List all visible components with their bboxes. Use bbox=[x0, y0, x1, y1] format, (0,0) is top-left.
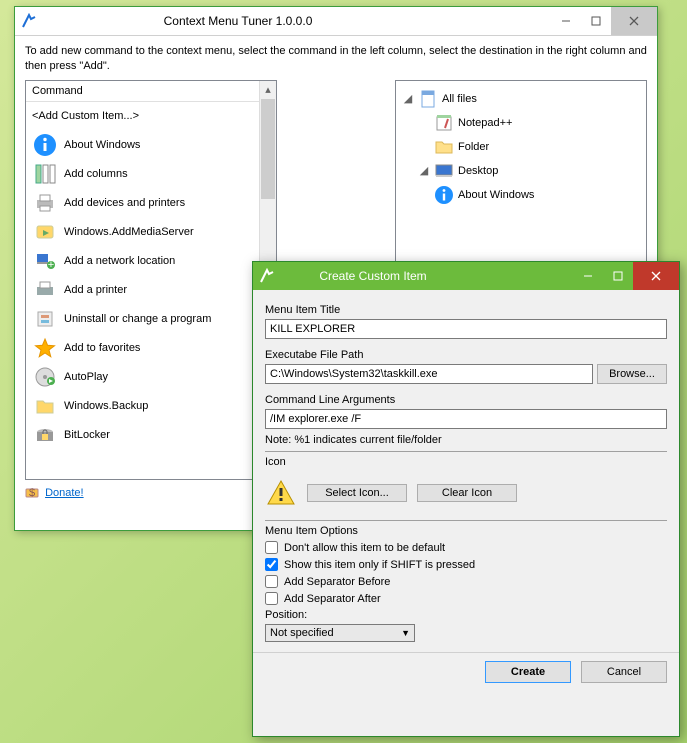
list-item[interactable]: Windows.Backup bbox=[26, 392, 276, 421]
checkbox-sep-after[interactable]: Add Separator After bbox=[265, 592, 667, 605]
select-icon-button[interactable]: Select Icon... bbox=[307, 484, 407, 502]
tree-node-about[interactable]: About Windows bbox=[402, 183, 640, 207]
network-icon: + bbox=[32, 250, 58, 272]
list-item[interactable]: Add devices and printers bbox=[26, 189, 276, 218]
printer2-icon bbox=[32, 279, 58, 301]
info-icon bbox=[434, 185, 454, 205]
svg-text:+: + bbox=[48, 259, 54, 271]
scroll-thumb[interactable] bbox=[261, 99, 275, 199]
tree-node-all-files[interactable]: ◢All files bbox=[402, 87, 640, 111]
tree-node-notepad[interactable]: Notepad++ bbox=[402, 111, 640, 135]
menu-title-input[interactable] bbox=[265, 319, 667, 339]
checkbox-default[interactable]: Don't allow this item to be default bbox=[265, 541, 667, 554]
modal-minimize-button[interactable] bbox=[573, 262, 603, 290]
modal-title: Create Custom Item bbox=[283, 269, 573, 283]
maximize-button[interactable] bbox=[581, 7, 611, 35]
chevron-down-icon[interactable]: ◢ bbox=[402, 92, 414, 105]
lock-icon bbox=[32, 424, 58, 446]
main-titlebar[interactable]: Context Menu Tuner 1.0.0.0 bbox=[15, 7, 657, 36]
warning-icon bbox=[265, 477, 297, 509]
checkbox-shift[interactable]: Show this item only if SHIFT is pressed bbox=[265, 558, 667, 571]
close-button[interactable] bbox=[611, 7, 657, 35]
donate-icon: $ bbox=[25, 486, 39, 500]
list-item[interactable]: Windows.AddMediaServer bbox=[26, 218, 276, 247]
browse-button[interactable]: Browse... bbox=[597, 364, 667, 384]
chevron-down-icon[interactable]: ◢ bbox=[418, 164, 430, 177]
instruction-text: To add new command to the context menu, … bbox=[15, 36, 657, 80]
position-combo[interactable]: Not specified▼ bbox=[265, 624, 415, 642]
options-label: Menu Item Options bbox=[265, 525, 667, 537]
info-icon bbox=[32, 134, 58, 156]
app-icon bbox=[21, 13, 37, 29]
destination-tree-panel: ◢All files Notepad++ Folder ◢Desktop Abo… bbox=[395, 80, 647, 280]
list-item[interactable]: BitLocker bbox=[26, 421, 276, 450]
cancel-button[interactable]: Cancel bbox=[581, 661, 667, 683]
columns-icon bbox=[32, 163, 58, 185]
autoplay-icon bbox=[32, 366, 58, 388]
svg-text:$: $ bbox=[29, 487, 35, 499]
app-icon bbox=[259, 268, 275, 284]
args-input[interactable] bbox=[265, 409, 667, 429]
modal-close-button[interactable] bbox=[633, 262, 679, 290]
minimize-button[interactable] bbox=[551, 7, 581, 35]
printer-icon bbox=[32, 192, 58, 214]
notepad-icon bbox=[434, 113, 454, 133]
list-item[interactable]: +Add a network location bbox=[26, 247, 276, 276]
folder-icon bbox=[434, 137, 454, 157]
command-list-panel: Command <Add Custom Item...> About Windo… bbox=[25, 80, 277, 480]
programs-icon bbox=[32, 308, 58, 330]
menu-title-label: Menu Item Title bbox=[265, 304, 667, 316]
list-item[interactable]: Add to favorites bbox=[26, 334, 276, 363]
star-icon bbox=[32, 337, 58, 359]
clear-icon-button[interactable]: Clear Icon bbox=[417, 484, 517, 502]
scroll-up[interactable]: ▴ bbox=[260, 81, 276, 98]
window-title: Context Menu Tuner 1.0.0.0 bbox=[45, 14, 551, 28]
position-label: Position: bbox=[265, 609, 667, 621]
chevron-down-icon: ▼ bbox=[401, 628, 410, 638]
checkbox-sep-before[interactable]: Add Separator Before bbox=[265, 575, 667, 588]
list-item[interactable]: About Windows bbox=[26, 131, 276, 160]
list-item[interactable]: AutoPlay bbox=[26, 363, 276, 392]
backup-icon bbox=[32, 395, 58, 417]
create-button[interactable]: Create bbox=[485, 661, 571, 683]
donate-area: $ Donate! bbox=[25, 480, 277, 500]
tree-node-folder[interactable]: Folder bbox=[402, 135, 640, 159]
list-item[interactable]: Add columns bbox=[26, 160, 276, 189]
desktop-icon bbox=[434, 161, 454, 181]
command-header: Command bbox=[26, 81, 276, 102]
args-label: Command Line Arguments bbox=[265, 394, 667, 406]
donate-link[interactable]: Donate! bbox=[45, 487, 84, 499]
tree-node-desktop[interactable]: ◢Desktop bbox=[402, 159, 640, 183]
note-text: Note: %1 indicates current file/folder bbox=[265, 434, 667, 446]
list-item[interactable]: Add a printer bbox=[26, 276, 276, 305]
icon-section-label: Icon bbox=[265, 456, 667, 468]
add-custom-item[interactable]: <Add Custom Item...> bbox=[26, 102, 276, 131]
modal-maximize-button[interactable] bbox=[603, 262, 633, 290]
media-icon bbox=[32, 221, 58, 243]
create-custom-item-dialog: Create Custom Item Menu Item Title Execu… bbox=[252, 261, 680, 737]
modal-titlebar[interactable]: Create Custom Item bbox=[253, 262, 679, 290]
exe-path-label: Executabe File Path bbox=[265, 349, 667, 361]
exe-path-input[interactable] bbox=[265, 364, 593, 384]
file-icon bbox=[418, 89, 438, 109]
list-item[interactable]: Uninstall or change a program bbox=[26, 305, 276, 334]
